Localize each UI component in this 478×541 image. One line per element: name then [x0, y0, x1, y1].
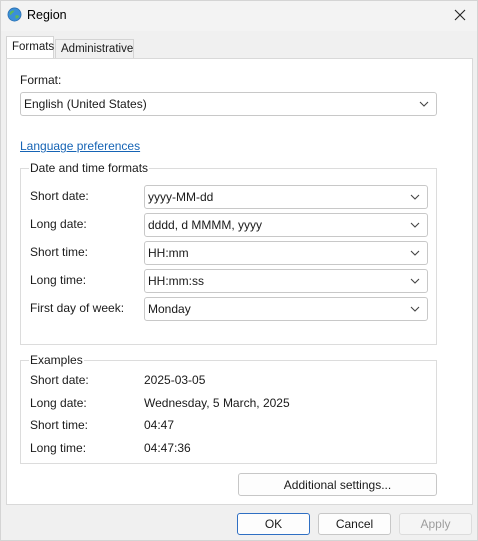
- short-date-value: yyyy-MM-dd: [148, 190, 214, 204]
- title-bar: Region: [1, 1, 477, 31]
- window-title: Region: [27, 8, 67, 22]
- short-date-select[interactable]: yyyy-MM-dd: [144, 185, 428, 209]
- example-long-time-value: 04:47:36: [144, 441, 191, 455]
- long-date-label: Long date:: [30, 217, 87, 231]
- chevron-down-icon: [410, 194, 420, 200]
- long-time-label: Long time:: [30, 273, 87, 287]
- format-select[interactable]: English (United States): [20, 92, 437, 116]
- group-title-date-time: Date and time formats: [29, 161, 150, 175]
- apply-button[interactable]: Apply: [399, 513, 472, 535]
- long-time-value: HH:mm:ss: [148, 274, 204, 288]
- chevron-down-icon: [410, 306, 420, 312]
- first-day-of-week-select[interactable]: Monday: [144, 297, 428, 321]
- example-short-time-value: 04:47: [144, 418, 175, 432]
- close-icon: [454, 9, 466, 21]
- first-day-of-week-label: First day of week:: [30, 301, 125, 315]
- formats-panel: Format: English (United States) Language…: [6, 58, 473, 505]
- long-date-select[interactable]: dddd, d MMMM, yyyy: [144, 213, 428, 237]
- format-value: English (United States): [24, 97, 147, 111]
- globe-icon: [7, 7, 22, 22]
- example-long-date-value: Wednesday, 5 March, 2025: [144, 396, 290, 410]
- chevron-down-icon: [419, 101, 429, 107]
- examples-group: Examples Short date: 2025-03-05 Long dat…: [20, 353, 437, 464]
- additional-settings-button[interactable]: Additional settings...: [238, 473, 437, 496]
- format-label: Format:: [20, 73, 62, 87]
- example-long-time-label: Long time:: [30, 441, 87, 455]
- example-short-time-label: Short time:: [30, 418, 89, 432]
- tab-formats[interactable]: Formats: [6, 36, 54, 58]
- long-time-select[interactable]: HH:mm:ss: [144, 269, 428, 293]
- language-preferences-link[interactable]: Language preferences: [20, 139, 140, 153]
- date-time-formats-group: Date and time formats Short date: yyyy-M…: [20, 161, 437, 345]
- long-date-value: dddd, d MMMM, yyyy: [148, 218, 263, 232]
- group-title-examples: Examples: [29, 353, 84, 367]
- cancel-button[interactable]: Cancel: [318, 513, 391, 535]
- short-time-select[interactable]: HH:mm: [144, 241, 428, 265]
- chevron-down-icon: [410, 222, 420, 228]
- short-time-value: HH:mm: [148, 246, 189, 260]
- example-short-date-value: 2025-03-05: [144, 373, 206, 387]
- short-date-label: Short date:: [30, 189, 89, 203]
- example-long-date-label: Long date:: [30, 396, 87, 410]
- ok-button[interactable]: OK: [237, 513, 310, 535]
- close-button[interactable]: [443, 1, 477, 29]
- short-time-label: Short time:: [30, 245, 89, 259]
- tab-administrative[interactable]: Administrative: [55, 39, 134, 60]
- example-short-date-label: Short date:: [30, 373, 89, 387]
- chevron-down-icon: [410, 278, 420, 284]
- chevron-down-icon: [410, 250, 420, 256]
- first-day-of-week-value: Monday: [148, 302, 191, 316]
